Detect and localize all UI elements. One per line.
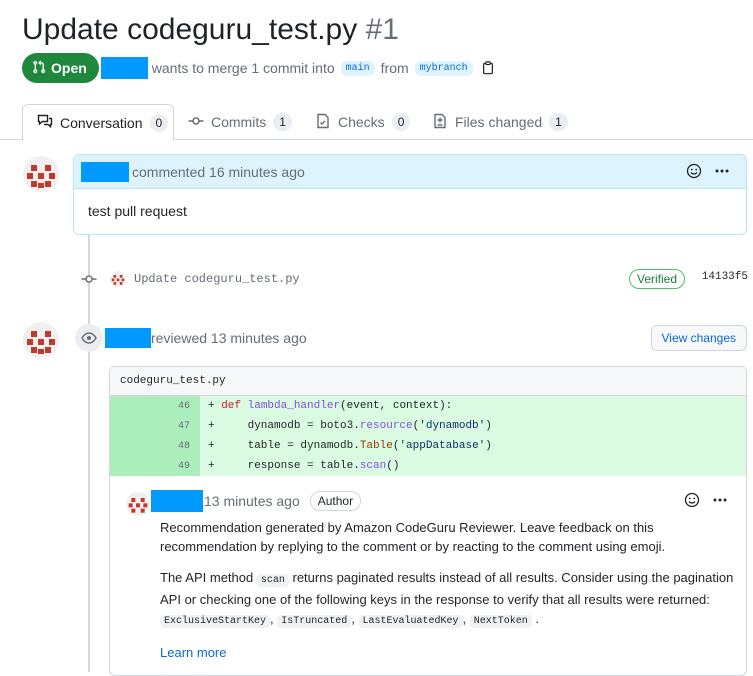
inline-code: scan bbox=[256, 574, 289, 587]
diff-line: 49 + response = table.scan() bbox=[110, 456, 746, 476]
pull-request-icon bbox=[32, 60, 46, 77]
from-text: from bbox=[380, 60, 409, 76]
commit-row: Update codeguru_test.py Verified 14133f5 bbox=[80, 268, 748, 290]
tab-counter: 1 bbox=[273, 113, 292, 131]
recommendation-text: Recommendation generated by Amazon CodeG… bbox=[160, 520, 666, 554]
checklist-icon bbox=[315, 113, 331, 132]
avatar[interactable] bbox=[126, 492, 150, 516]
comment-actions bbox=[686, 163, 730, 182]
tab-label: Files changed bbox=[455, 114, 543, 130]
smiley-icon[interactable] bbox=[686, 163, 702, 182]
git-commit-icon bbox=[188, 113, 204, 132]
comment-body: test pull request bbox=[88, 203, 187, 219]
commit-sha[interactable]: 14133f5 bbox=[702, 271, 748, 283]
inline-comment-actions bbox=[684, 492, 728, 511]
inline-code: LastEvaluatedKey bbox=[358, 615, 463, 628]
head-branch[interactable]: mybranch bbox=[414, 60, 473, 76]
review-box: codeguru_test.py 46 + def lambda_handler… bbox=[109, 366, 747, 676]
author-redacted[interactable] bbox=[100, 57, 148, 79]
git-commit-icon bbox=[80, 271, 98, 287]
commit-message[interactable]: Update codeguru_test.py bbox=[134, 272, 300, 286]
pr-number: #1 bbox=[365, 13, 399, 46]
tab-counter: 0 bbox=[149, 113, 169, 132]
tab-counter: 1 bbox=[549, 113, 568, 131]
learn-more-link[interactable]: Learn more bbox=[160, 645, 226, 660]
pr-tabs: Conversation 0 Commits 1 Checks 0 Files … bbox=[0, 104, 753, 141]
inline-code: NextToken bbox=[469, 615, 532, 628]
base-branch[interactable]: main bbox=[340, 60, 375, 76]
tab-files-changed[interactable]: Files changed 1 bbox=[432, 104, 568, 140]
diff-code: + response = table.scan() bbox=[208, 460, 400, 472]
pr-meta: Open wants to merge 1 commit into main f… bbox=[22, 53, 495, 83]
tab-conversation[interactable]: Conversation 0 bbox=[22, 104, 174, 141]
tab-checks[interactable]: Checks 0 bbox=[315, 104, 411, 140]
diff-code: + table = dynamodb.Table('appDatabase') bbox=[208, 440, 492, 452]
eye-icon bbox=[75, 324, 103, 352]
line-number[interactable]: 49 bbox=[110, 456, 200, 476]
inline-comment-header: 13 minutes ago Author bbox=[151, 488, 362, 514]
diff-code: + def lambda_handler(event, context): bbox=[208, 400, 453, 412]
timeline-line bbox=[88, 232, 90, 672]
commit-avatar[interactable] bbox=[110, 271, 126, 287]
diff-line: 47 + dynamodb = boto3.resource('dynamodb… bbox=[110, 416, 746, 436]
file-diff-icon bbox=[432, 113, 448, 132]
tab-label: Conversation bbox=[60, 114, 143, 131]
diff-line: 48 + table = dynamodb.Table('appDatabase… bbox=[110, 436, 746, 456]
comment-box: commented 16 minutes ago test pull reque… bbox=[73, 154, 747, 235]
reviewer-redacted[interactable] bbox=[105, 328, 151, 348]
comment-header: commented 16 minutes ago bbox=[74, 155, 746, 189]
line-number[interactable]: 46 bbox=[110, 396, 200, 416]
avatar[interactable] bbox=[23, 156, 59, 192]
pr-title-text: Update codeguru_test.py bbox=[22, 13, 358, 46]
inline-code: ExclusiveStartKey bbox=[160, 615, 271, 628]
smiley-icon[interactable] bbox=[684, 492, 700, 511]
comment-discussion-icon bbox=[37, 113, 53, 132]
author-label: Author bbox=[309, 491, 362, 511]
state-badge: Open bbox=[22, 53, 99, 83]
tab-label: Commits bbox=[211, 114, 267, 130]
commenter-redacted[interactable] bbox=[81, 161, 129, 182]
comment-action: commented 16 minutes ago bbox=[132, 163, 305, 180]
inline-comment-time[interactable]: 13 minutes ago bbox=[204, 493, 300, 509]
review-row: reviewed 13 minutes ago View changes bbox=[75, 324, 747, 352]
line-number[interactable]: 47 bbox=[110, 416, 200, 436]
review-action: reviewed 13 minutes ago bbox=[151, 330, 307, 346]
file-header[interactable]: codeguru_test.py bbox=[110, 367, 746, 396]
pr-title: Update codeguru_test.py #1 bbox=[22, 10, 399, 50]
tab-counter: 0 bbox=[391, 113, 411, 131]
tab-commits[interactable]: Commits 1 bbox=[188, 104, 292, 140]
kebab-horizontal-icon[interactable] bbox=[712, 492, 728, 511]
tab-label: Checks bbox=[338, 114, 385, 130]
view-changes-button[interactable]: View changes bbox=[650, 325, 747, 351]
api-method-text: The API method scan returns paginated re… bbox=[160, 570, 734, 628]
diff-code: + dynamodb = boto3.resource('dynamodb') bbox=[208, 420, 492, 432]
diff-line: 46 + def lambda_handler(event, context): bbox=[110, 396, 746, 416]
line-number[interactable]: 48 bbox=[110, 436, 200, 456]
copy-icon[interactable] bbox=[481, 61, 495, 75]
kebab-horizontal-icon[interactable] bbox=[714, 163, 730, 182]
inline-comment-body: Recommendation generated by Amazon CodeG… bbox=[160, 518, 735, 674]
state-label: Open bbox=[51, 60, 87, 76]
avatar[interactable] bbox=[23, 322, 59, 358]
merge-text: wants to merge 1 commit into bbox=[151, 60, 335, 76]
inline-code: IsTruncated bbox=[277, 615, 352, 628]
verified-badge[interactable]: Verified bbox=[629, 269, 686, 289]
commenter-redacted[interactable] bbox=[151, 490, 203, 512]
